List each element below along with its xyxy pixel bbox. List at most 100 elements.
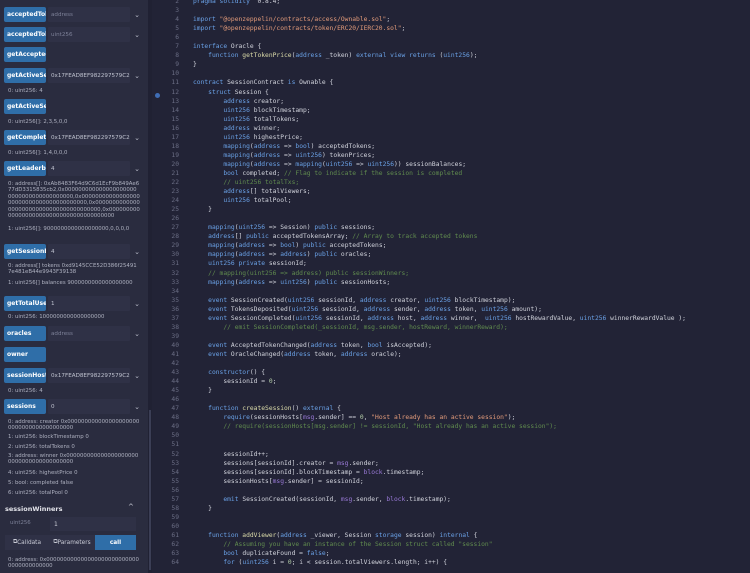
code-token: token, [454,305,482,313]
function-button[interactable]: getLeaderboa [4,161,46,176]
function-button[interactable]: sessionHosts [4,368,46,383]
chevron-down-icon[interactable]: ⌄ [132,165,142,173]
function-input[interactable]: address [48,326,130,341]
function-button[interactable]: sessions [4,399,46,414]
function-button[interactable]: acceptedToken [4,7,46,22]
code-token: msg [302,414,315,422]
code-token: event [208,314,231,322]
code-token: address [363,305,394,313]
chevron-down-icon[interactable]: ⌄ [132,248,142,256]
call-button[interactable]: call [95,535,136,550]
code-token: pragma [193,0,220,5]
session-winners-input[interactable]: 1 [50,517,136,531]
function-input[interactable]: 0 [48,399,130,414]
code-text: event SessionCreated(uint256 sessionId, … [193,296,515,305]
output-session-field: 4: uint256: highestPrice 0 [8,470,78,476]
function-button[interactable]: getActiveSess [4,68,46,83]
function-input[interactable]: address [48,7,130,22]
code-token: interface [193,43,231,51]
function-button[interactable]: owner [4,347,46,362]
function-button[interactable]: getCompleted [4,130,46,145]
code-text: uint256 totalPool; [193,196,291,205]
code-token: mapping [223,142,250,150]
output-active-sessions: 0: uint256[]: 2,3,5,0,0 [8,119,68,125]
code-token: { [473,531,478,539]
code-token: block [363,468,383,476]
code-token: address [280,531,311,539]
code-text: // require(sessionHosts[msg.sender] != s… [193,422,557,431]
code-token: ) [295,242,303,250]
code-token: ; [386,16,391,24]
chevron-down-icon[interactable]: ⌄ [132,72,142,80]
code-token: .sender] = sessionId; [284,477,364,485]
chevron-down-icon[interactable]: ⌄ [132,11,142,19]
function-input[interactable]: 4 [48,244,130,259]
calldata-button[interactable]: ⧉ Calldata [5,535,49,550]
parameters-button[interactable]: ⧉ Parameters [49,535,95,550]
function-input[interactable]: 0x17FEAD8EF982297579C20 [48,130,130,145]
code-token: ) tokenPrices; [321,151,376,159]
code-text: function getTokenPrice(address _token) e… [193,51,477,60]
chevron-down-icon[interactable]: ⌄ [132,31,142,39]
chevron-down-icon[interactable]: ⌄ [132,403,142,411]
function-button[interactable]: getTotalUsers [4,296,46,311]
chevron-down-icon[interactable]: ⌄ [132,300,142,308]
code-token: import [193,25,220,33]
function-input[interactable]: 0x17FEAD8EF982297579C20 [48,68,130,83]
function-input[interactable]: 0x17FEAD8EF982297579C20 [48,368,130,383]
code-text: mapping(address => uint256) public sessi… [193,278,390,287]
function-button[interactable]: getActiveSess [4,99,46,114]
code-token: address [208,233,235,241]
code-line: 31 uint256 private sessionId; [152,259,750,268]
code-token: msg [337,459,349,467]
scrollbar-thumb[interactable] [149,410,151,570]
code-text: address winner; [193,124,280,133]
line-number: 56 [171,486,179,494]
code-token: [] [234,233,247,241]
function-input[interactable]: 1 [48,296,130,311]
function-input[interactable]: 4 [48,161,130,176]
line-number: 3 [175,7,179,15]
code-token: creator; [253,97,285,105]
chevron-down-icon[interactable]: ⌄ [132,330,142,338]
function-button[interactable]: oracles [4,326,46,341]
function-button[interactable]: acceptedToken [4,27,46,42]
code-token: address [238,278,269,286]
output-session-field: 5: bool: completed false [8,480,74,486]
chevron-down-icon[interactable]: ⌄ [132,372,142,380]
chevron-down-icon[interactable]: ⌄ [132,134,142,142]
code-line: 41 event OracleChanged(address token, ad… [152,350,750,359]
line-number: 38 [171,323,179,331]
code-token: uint256 [223,115,254,123]
chevron-up-icon[interactable]: ^ [128,503,134,511]
function-button[interactable]: getSessionBal [4,244,46,259]
code-token: mapping [208,278,235,286]
code-line: 30 mapping(address => address) public or… [152,250,750,259]
code-line: 6 [152,33,750,42]
code-token: // emit SessionCompleted(_sessionId, msg… [208,323,508,331]
code-token: address [223,97,254,105]
line-number: 53 [171,459,179,467]
line-number: 41 [171,350,179,358]
function-button[interactable]: getAcceptedT [4,47,46,62]
code-line: 25 } [152,205,750,214]
code-token: addViewer [242,531,277,539]
code-token: acceptedTokens; [329,242,387,250]
code-line: 5 import "@openzeppelin/contracts/token/E… [152,24,750,33]
line-number: 31 [171,260,179,268]
function-input[interactable]: uint256 [48,27,130,42]
code-token: .sender] == [314,414,360,422]
code-token: address [424,305,455,313]
code-line: 58 } [152,504,750,513]
code-token: createSession [242,405,292,413]
code-line: 57 emit SessionCreated(sessionId, msg.se… [152,495,750,504]
function-row-12: sessions 0 ⌄ [4,398,142,415]
code-token: sessionId, [318,296,360,304]
code-token: msg [272,477,284,485]
code-token: solidity [219,0,254,5]
code-token: address [223,188,250,196]
output-completed: 0: uint256[]: 1,4,0,0,0 [8,150,68,156]
code-editor[interactable]: 2 pragma solidity ^0.8.4; 3 4 import "@openz… [152,0,750,573]
